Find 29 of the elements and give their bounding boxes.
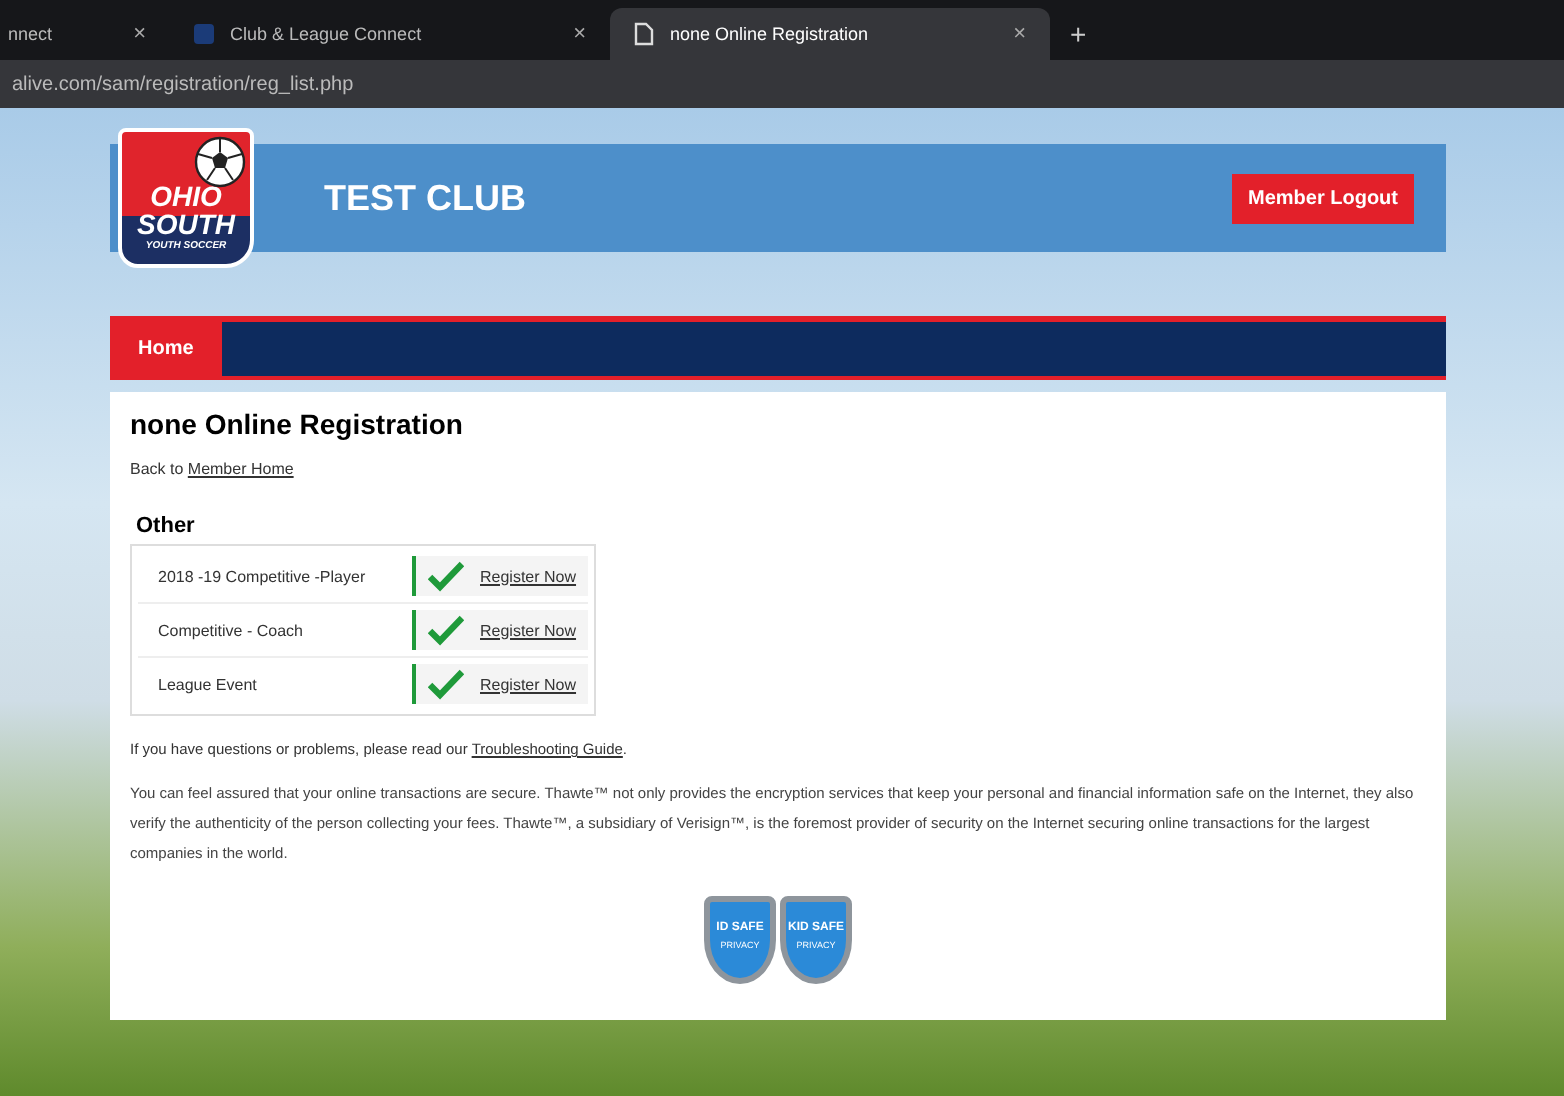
register-link[interactable]: Register Now [480, 567, 577, 585]
registration-name: 2018 -19 Competitive -Player [156, 567, 366, 585]
new-tab-button[interactable]: + [1070, 18, 1087, 50]
section-heading: Other [136, 514, 197, 538]
close-icon[interactable]: × [1013, 22, 1026, 46]
site-icon [194, 24, 214, 44]
soccer-ball-icon [194, 136, 246, 188]
nav-tab[interactable]: Home [110, 322, 222, 376]
browser-tab[interactable]: nnect × [0, 8, 170, 60]
logo-text: OHIO [150, 182, 222, 210]
tab-title: Club & League Connect [230, 24, 424, 44]
register-link[interactable]: Register Now [480, 675, 577, 693]
tab-title: none Online Registration [670, 24, 871, 44]
member-home-link[interactable]: Member Home [187, 460, 294, 478]
registration-name: League Event [156, 675, 257, 693]
page-icon [634, 22, 654, 46]
close-icon[interactable]: × [133, 22, 146, 46]
club-name: TEST CLUB [324, 177, 528, 219]
tab-title: nnect [8, 24, 55, 44]
back-text: Back to Member Home [130, 460, 296, 478]
logout-button[interactable]: Member Logout [1232, 173, 1414, 223]
browser-tab[interactable]: none Online Registration × [610, 8, 1050, 60]
close-icon[interactable]: × [573, 22, 586, 46]
page-title: none Online Registration [130, 408, 465, 440]
register-link[interactable]: Register Now [480, 621, 577, 639]
browser-tab[interactable]: Club & League Connect × [170, 8, 610, 60]
logo-text: SOUTH [137, 210, 235, 238]
registration-name: Competitive - Coach [156, 621, 303, 639]
address-field[interactable]: alive.com/sam/registration/reg_list.php [12, 73, 354, 95]
